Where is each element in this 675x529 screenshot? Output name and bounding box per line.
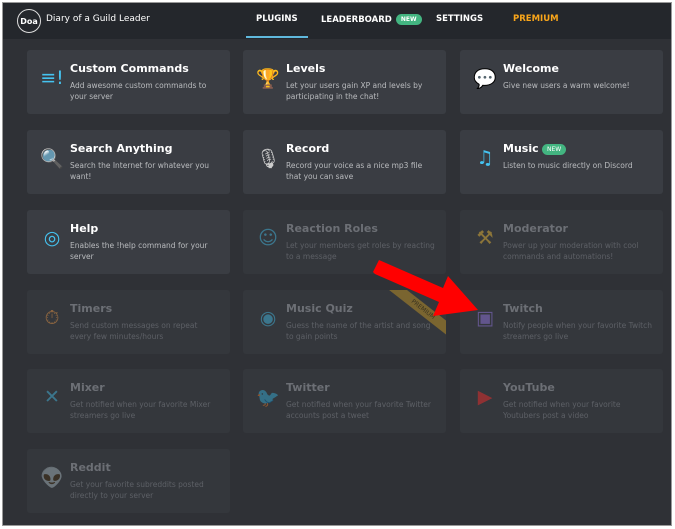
tab-leaderboard[interactable]: LEADERBOARD NEW [321,14,422,25]
plugin-title: Help [70,222,99,235]
tab-plugins[interactable]: PLUGINS [246,14,308,38]
trophy-icon: 🏆 [256,67,280,90]
plugin-title: Twitch [503,302,543,315]
plugin-title: Reaction Roles [286,222,378,235]
plugin-title: Record [286,142,330,155]
plugin-description: Get notified when your favorite Twitter … [286,400,431,420]
tab-leaderboard-label: LEADERBOARD [321,15,392,25]
disc-icon: ◉ [259,307,277,329]
plugin-card-youtube[interactable]: ▶ YouTube Get notified when your favorit… [460,369,663,433]
plugin-title: Reddit [70,461,111,474]
server-logo[interactable]: Doa [17,9,41,33]
plugin-card-twitch[interactable]: ▣ Twitch Notify people when your favorit… [460,290,663,354]
plugin-card-custom-commands[interactable]: ≡! Custom Commands Add awesome custom co… [27,50,230,114]
red-arrow-annotation [373,260,478,316]
plugin-title: Welcome [503,62,559,75]
plugin-description: Power up your moderation with cool comma… [503,241,639,261]
plugin-title: Search Anything [70,142,173,155]
tab-settings[interactable]: SETTINGS [436,14,483,24]
plugin-card-music[interactable]: ♫ Music NEW Listen to music directly on D… [460,130,663,194]
plugin-description: Get your favorite subreddits posted dire… [70,480,204,500]
plugin-card-record[interactable]: 🎙 Record Record your voice as a nice mp3… [243,130,446,194]
magnifier-icon: 🔍 [40,147,64,170]
plugin-description: Listen to music directly on Discord [503,161,633,170]
top-bar: Doa Diary of a Guild Leader PLUGINS LEAD… [3,3,671,39]
plugin-title: Mixer [70,381,105,394]
mixer-icon: ✕ [44,386,60,408]
plugin-card-welcome[interactable]: 💬 Welcome Give new users a warm welcome! [460,50,663,114]
plugin-title: Music [503,142,539,155]
plugin-title: Custom Commands [70,62,189,75]
plugin-description: Get notified when your favorite Youtuber… [503,400,621,420]
plugin-description: Send custom messages on repeat every few… [70,321,198,341]
exclamation-list-icon: ≡! [40,67,64,89]
plugin-card-help[interactable]: ◎ Help Enables the !help command for you… [27,210,230,274]
plugin-card-reddit[interactable]: 👽 Reddit Get your favorite subreddits po… [27,449,230,513]
music-note-icon: ♫ [476,147,494,169]
plugin-title: Twitter [286,381,330,394]
plugin-title: Music Quiz [286,302,353,315]
plugin-card-mixer[interactable]: ✕ Mixer Get notified when your favorite … [27,369,230,433]
youtube-icon: ▶ [477,386,493,408]
new-badge: NEW [395,14,422,25]
plugin-card-timers[interactable]: ⏱ Timers Send custom messages on repeat … [27,290,230,354]
plugin-card-search-anything[interactable]: 🔍 Search Anything Search the Internet fo… [27,130,230,194]
plugin-description: Add awesome custom commands to your serv… [70,81,207,101]
plugin-description: Record your voice as a nice mp3 file tha… [286,161,423,181]
twitter-icon: 🐦 [256,386,280,409]
plugin-card-twitter[interactable]: 🐦 Twitter Get notified when your favorit… [243,369,446,433]
plugin-description: Search the Internet for whatever you wan… [70,161,210,181]
plugin-description: Get notified when your favorite Mixer st… [70,400,211,420]
plugin-card-moderator[interactable]: ⚒ Moderator Power up your moderation wit… [460,210,663,274]
hammer-icon: ⚒ [476,227,494,249]
plugin-title: Moderator [503,222,568,235]
stopwatch-icon: ⏱ [44,307,60,329]
reddit-icon: 👽 [40,466,64,489]
arrow-shape [373,260,478,316]
plugin-description: Give new users a warm welcome! [503,81,630,90]
lifebuoy-icon: ◎ [43,227,61,249]
plugin-title: Levels [286,62,326,75]
plugin-card-levels[interactable]: 🏆 Levels Let your users gain XP and leve… [243,50,446,114]
new-badge: NEW [542,144,567,155]
plugin-description: Let your users gain XP and levels by par… [286,81,423,101]
app-window: Doa Diary of a Guild Leader PLUGINS LEAD… [2,2,672,526]
server-name[interactable]: Diary of a Guild Leader [46,14,150,24]
plugin-description: Notify people when your favorite Twitch … [503,321,652,341]
plugin-title: Timers [70,302,113,315]
smiley-icon: ☺ [258,227,278,249]
plugin-description: Enables the !help command for your serve… [70,241,208,261]
tab-premium[interactable]: PREMIUM [513,14,559,24]
speech-bubble-icon: 💬 [473,67,497,90]
plugin-title: YouTube [503,381,555,394]
microphone-icon: 🎙 [255,147,281,170]
